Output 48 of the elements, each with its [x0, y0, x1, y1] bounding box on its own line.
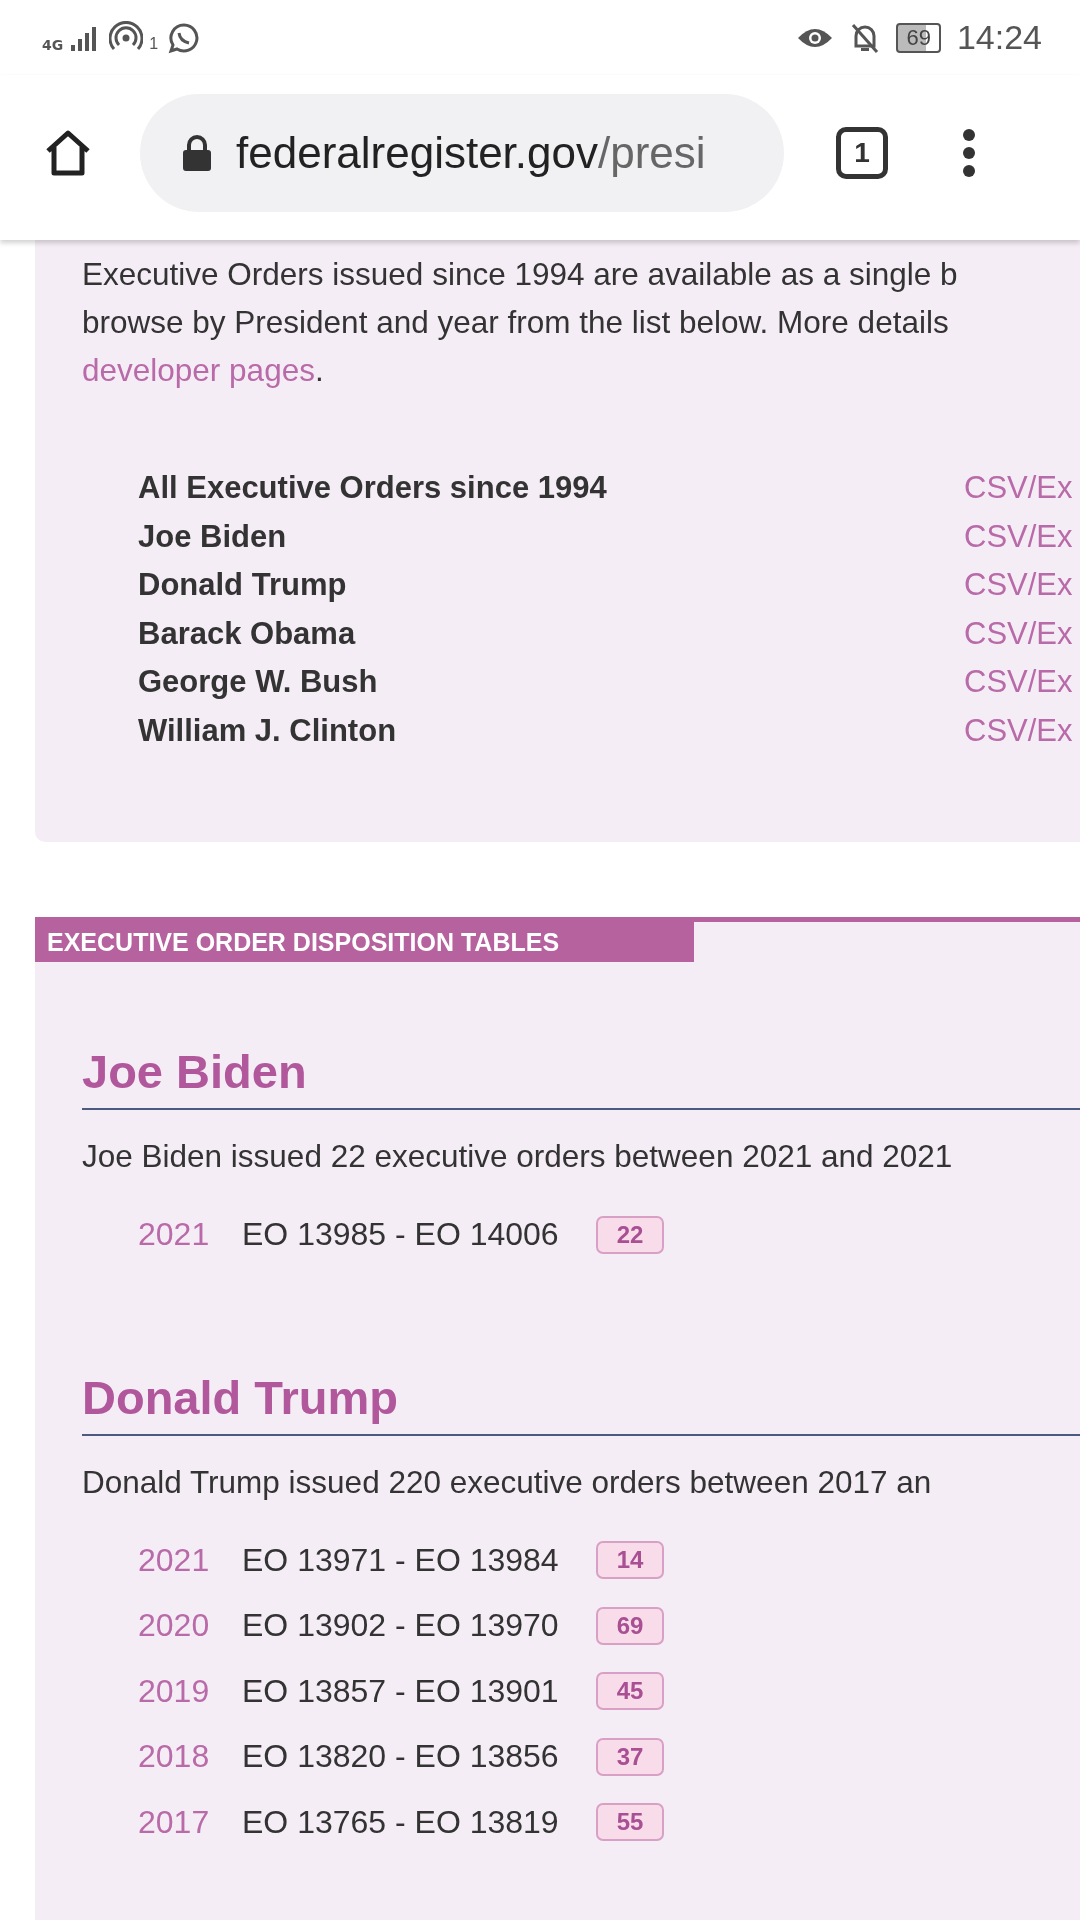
lock-icon — [180, 132, 214, 173]
count-badge: 45 — [596, 1672, 664, 1711]
year-link[interactable]: 2018 — [138, 1738, 242, 1776]
download-label: Donald Trump — [138, 567, 348, 604]
president-heading[interactable]: Donald Trump — [82, 1367, 1080, 1436]
menu-button[interactable] — [962, 127, 976, 178]
clock: 14:24 — [956, 18, 1042, 57]
download-label: George W. Bush — [138, 664, 379, 701]
download-label: All Executive Orders since 1994 — [138, 470, 608, 507]
count-badge: 14 — [596, 1541, 664, 1580]
download-label: Joe Biden — [138, 518, 288, 555]
president-heading[interactable]: Joe Biden — [82, 1042, 1080, 1110]
president-summary: Joe Biden issued 22 executive orders between 2021 and 2021 — [82, 1137, 954, 1176]
csv-link[interactable]: CSV/Ex — [964, 470, 1073, 507]
url-text: federalregister.gov/presi — [236, 127, 706, 178]
download-label: Barack Obama — [138, 615, 357, 652]
order-range: EO 13820 - EO 13856 — [242, 1738, 560, 1776]
chat-bubble-icon — [168, 21, 201, 54]
csv-link[interactable]: CSV/Ex — [964, 712, 1073, 749]
order-range: EO 13765 - EO 13819 — [242, 1803, 560, 1841]
intro-paragraph: Executive Orders issued since 1994 are available as a single b browse by President and year from the list below. More details developer pages. — [82, 255, 959, 390]
csv-link[interactable]: CSV/Ex — [964, 664, 1073, 701]
tab-switcher-button[interactable]: 1 — [836, 126, 888, 179]
developer-pages-link[interactable]: developer pages — [82, 352, 315, 388]
year-link[interactable]: 2020 — [138, 1607, 242, 1645]
csv-link[interactable]: CSV/Ex — [964, 518, 1073, 555]
order-range: EO 13857 - EO 13901 — [242, 1672, 560, 1710]
president-summary: Donald Trump issued 220 executive orders between 2017 an — [82, 1462, 933, 1502]
count-badge: 69 — [596, 1606, 664, 1645]
hotspot-count: 1 — [149, 34, 159, 53]
order-range: EO 13985 - EO 14006 — [242, 1216, 560, 1254]
order-range: EO 13902 - EO 13970 — [242, 1607, 560, 1645]
csv-link[interactable]: CSV/Ex — [964, 567, 1073, 604]
year-link[interactable]: 2019 — [138, 1672, 242, 1710]
csv-link[interactable]: CSV/Ex — [964, 615, 1073, 652]
menu-icon — [962, 127, 976, 178]
network-type: 4G — [42, 36, 64, 53]
year-link[interactable]: 2017 — [138, 1803, 242, 1841]
year-link[interactable]: 2021 — [138, 1216, 242, 1254]
download-label: William J. Clinton — [138, 712, 398, 749]
year-link[interactable]: 2021 — [138, 1541, 242, 1579]
order-range: EO 13971 - EO 13984 — [242, 1541, 560, 1579]
count-badge: 37 — [596, 1737, 664, 1776]
section-title: EXECUTIVE ORDER DISPOSITION TABLES — [35, 922, 694, 962]
address-bar[interactable]: federalregister.gov/presi — [140, 93, 784, 212]
count-badge: 22 — [596, 1215, 664, 1254]
bell-off-icon — [850, 21, 881, 54]
count-badge: 55 — [596, 1803, 664, 1842]
